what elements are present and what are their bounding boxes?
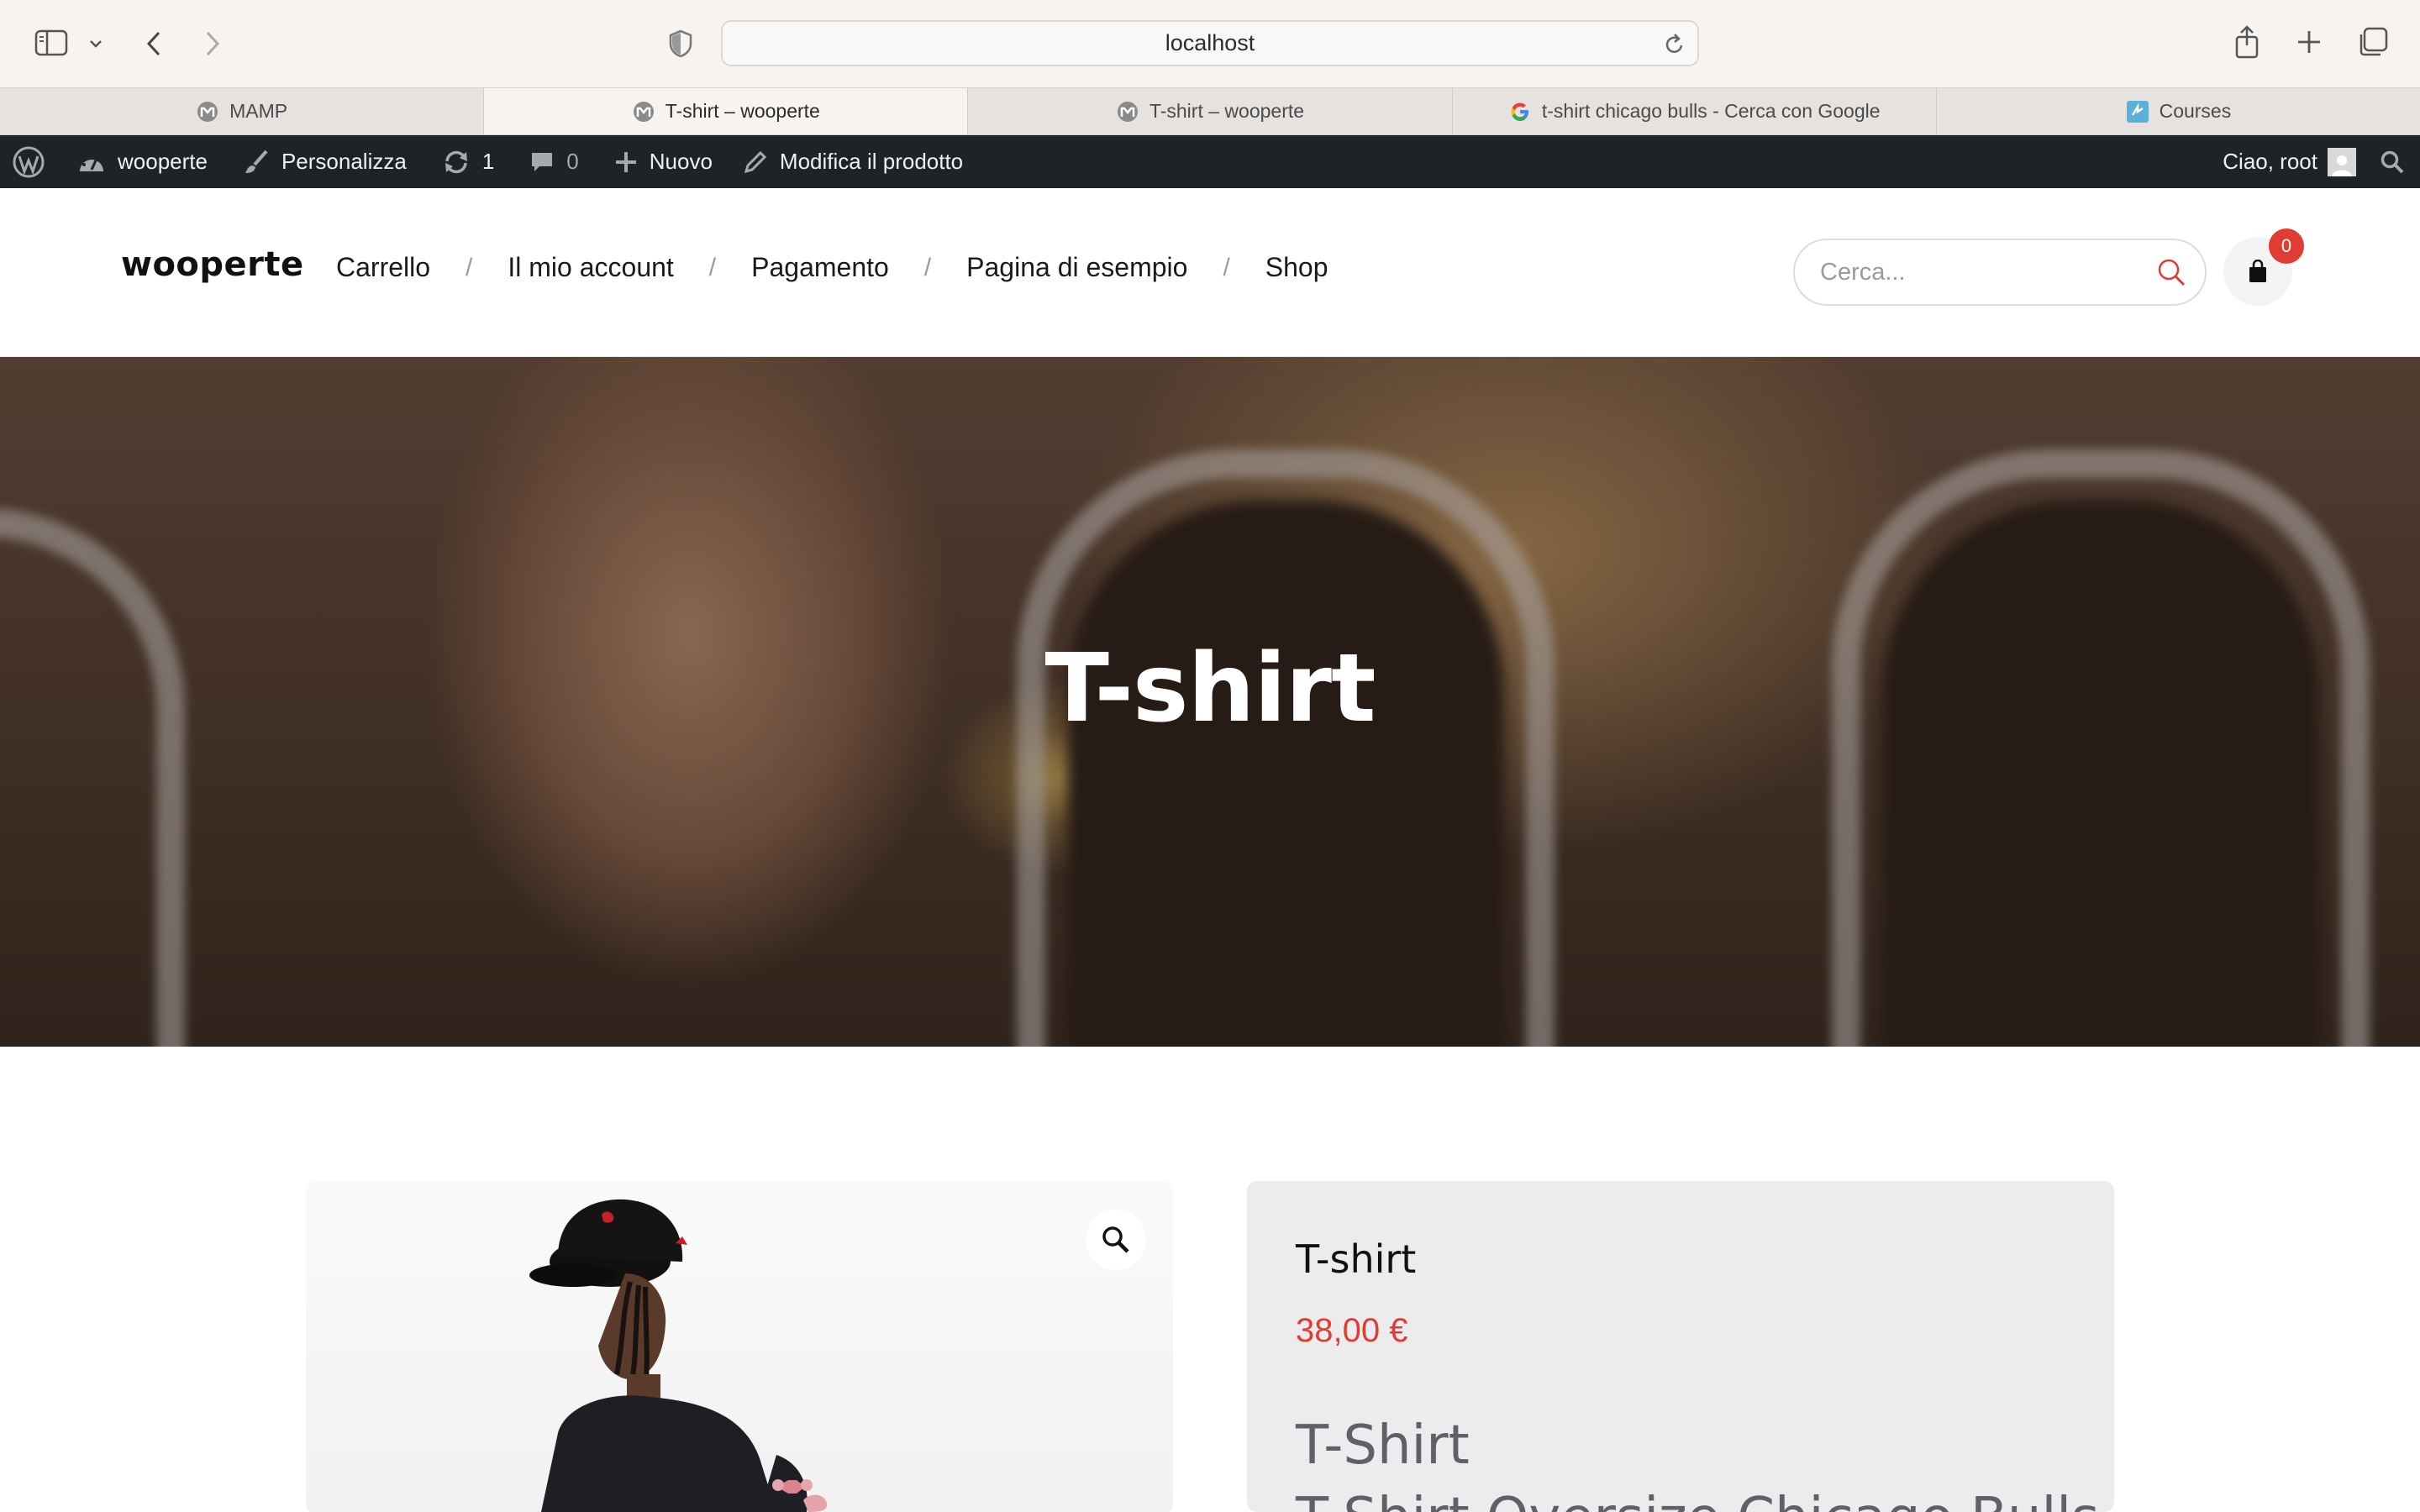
updates-count: 1 (481, 149, 495, 174)
hero-title: T-shirt (1044, 634, 1376, 743)
site-logo[interactable]: wooperte (121, 245, 304, 284)
pencil-icon (744, 150, 767, 173)
greeting-label: Ciao, root (2223, 149, 2317, 174)
search-icon (2158, 259, 2186, 286)
plus-icon (615, 151, 636, 172)
nav-item-shop[interactable]: Shop (1265, 252, 1328, 283)
browser-toolbar: localhost (0, 0, 2420, 87)
comment-icon (532, 152, 553, 171)
product-image[interactable] (306, 1181, 1173, 1512)
nav-item-pagamento[interactable]: Pagamento (751, 252, 889, 283)
product-subtitle: T-Shirt (1296, 1415, 1470, 1477)
share-icon (2235, 25, 2259, 59)
reload-button[interactable] (1664, 32, 1686, 60)
zoom-button[interactable] (1086, 1210, 1146, 1270)
back-button[interactable] (139, 27, 168, 60)
nav-item-il-mio-account[interactable]: Il mio account (508, 252, 673, 283)
site-name-menu[interactable]: wooperte (66, 135, 219, 188)
chevron-right-icon (206, 31, 220, 56)
tab-tshirt-active[interactable]: T-shirt – wooperte (484, 88, 969, 134)
reload-icon (1665, 34, 1683, 53)
new-label: Nuovo (649, 149, 713, 174)
edit-product-label: Modifica il prodotto (779, 149, 964, 174)
nav-separator: / (1223, 253, 1230, 281)
wp-logo-menu[interactable] (0, 135, 57, 188)
nav-item-pagina-di-esempio[interactable]: Pagina di esempio (966, 252, 1187, 283)
tab-label: t-shirt chicago bulls - Cerca con Google (1541, 100, 1881, 122)
nav-item-carrello[interactable]: Carrello (336, 252, 430, 283)
magnifier-icon (1102, 1226, 1129, 1253)
privacy-shield-button[interactable] (666, 27, 696, 60)
site-name-label: wooperte (118, 149, 208, 174)
search-input[interactable]: Cerca... (1793, 239, 2207, 306)
courses-favicon-icon (2126, 100, 2149, 123)
address-bar[interactable]: localhost (721, 20, 1699, 66)
shopping-bag-icon (2249, 260, 2266, 282)
search-placeholder: Cerca... (1820, 258, 1906, 286)
comments-count: 0 (566, 149, 579, 174)
mamp-favicon-icon (632, 100, 655, 123)
updates-menu[interactable]: 1 (430, 135, 506, 188)
admin-search-button[interactable] (2368, 135, 2420, 188)
new-tab-button[interactable] (2294, 27, 2324, 57)
nav-separator: / (466, 253, 473, 281)
edit-product-menu[interactable]: Modifica il prodotto (731, 135, 975, 188)
primary-nav: Carrello / Il mio account / Pagamento / … (336, 252, 1328, 283)
customize-menu[interactable]: Personalizza (231, 135, 418, 188)
share-button[interactable] (2232, 24, 2262, 60)
tab-label: MAMP (229, 100, 288, 122)
tab-group-chevron-button[interactable] (86, 34, 106, 54)
chevron-down-icon (90, 40, 102, 48)
updates-icon (445, 150, 467, 173)
plus-icon (2298, 31, 2320, 53)
tab-overview-button[interactable] (2356, 25, 2390, 59)
shield-icon (669, 29, 692, 58)
tab-label: T-shirt – wooperte (665, 100, 820, 122)
avatar (2328, 147, 2356, 176)
site-header: wooperte Carrello / Il mio account / Pag… (0, 188, 2420, 357)
tab-tshirt[interactable]: T-shirt – wooperte (968, 88, 1453, 134)
product-subtitle-line2: T-Shirt Oversize Chicago Bulls NBA (1296, 1487, 2114, 1512)
wordpress-icon (13, 146, 45, 177)
new-content-menu[interactable]: Nuovo (602, 135, 724, 188)
customize-label: Personalizza (281, 149, 407, 174)
search-icon (2381, 150, 2404, 173)
sidebar-icon (34, 29, 68, 56)
nav-separator: / (708, 253, 717, 281)
mamp-favicon-icon (1116, 100, 1139, 123)
cart-count-badge: 0 (2269, 228, 2304, 264)
mamp-favicon-icon (196, 100, 219, 123)
admin-bar-secondary: Ciao, root (2211, 135, 2420, 188)
wp-admin-bar: wooperte Personalizza 1 0 Nuovo Modifica… (0, 135, 2420, 188)
tab-label: Courses (2159, 100, 2232, 122)
product-photo (529, 1199, 828, 1512)
google-favicon-icon (1508, 100, 1532, 123)
tab-mamp[interactable]: MAMP (0, 88, 485, 134)
tab-overview-icon (2360, 27, 2388, 56)
search-submit-button[interactable] (2156, 257, 2186, 294)
tab-bar: MAMP T-shirt – wooperte T-shirt – wooper… (0, 87, 2420, 135)
dashboard-icon (80, 153, 103, 171)
hero-banner: T-shirt (0, 357, 2420, 1047)
tab-google-search[interactable]: t-shirt chicago bulls - Cerca con Google (1453, 88, 1937, 134)
user-avatar-icon (2332, 155, 2352, 176)
tab-label: T-shirt – wooperte (1149, 100, 1305, 122)
nav-separator: / (923, 253, 932, 281)
product-title: T-shirt (1296, 1236, 1417, 1282)
product-summary: T-shirt 38,00 € T-Shirt T-Shirt Oversize… (1247, 1181, 2114, 1512)
url-text: localhost (1165, 30, 1255, 55)
tab-courses[interactable]: Courses (1937, 88, 2420, 134)
forward-button[interactable] (198, 27, 227, 60)
brush-icon (245, 150, 268, 173)
comments-menu[interactable]: 0 (518, 135, 590, 188)
sidebar-toggle-button[interactable] (34, 29, 69, 57)
chevron-left-icon (146, 31, 160, 56)
my-account-menu[interactable]: Ciao, root (2211, 135, 2368, 188)
product-price: 38,00 € (1296, 1312, 1408, 1349)
